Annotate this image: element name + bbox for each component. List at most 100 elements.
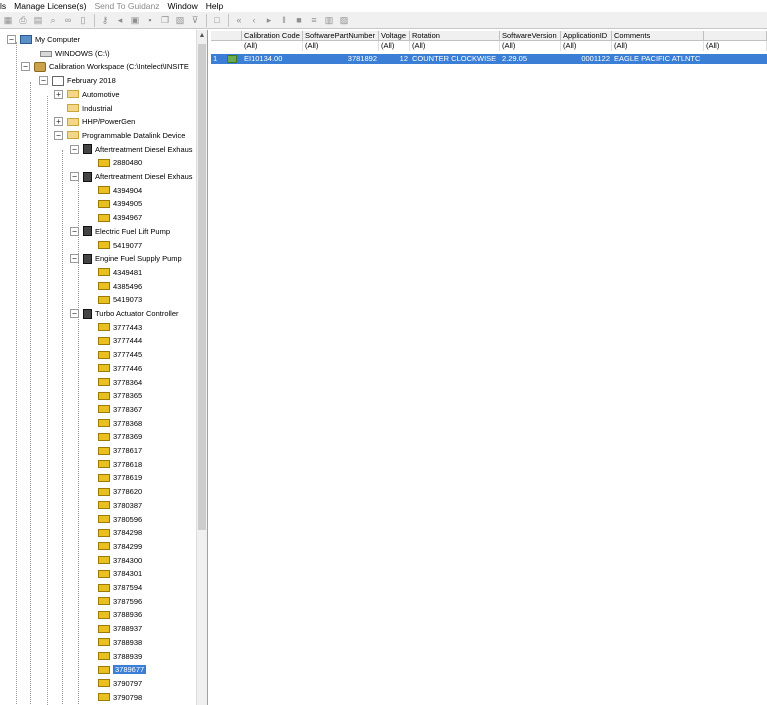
save-icon[interactable]: ▪ bbox=[143, 13, 157, 27]
tree-node-calibration[interactable]: 3788937 bbox=[98, 622, 142, 635]
tree-node-calibration[interactable]: 3788936 bbox=[98, 608, 142, 621]
tree-node-calibration[interactable]: 3784299 bbox=[98, 540, 142, 553]
tree-node-calibration[interactable]: 3787596 bbox=[98, 595, 142, 608]
col-comments[interactable]: Comments bbox=[612, 31, 704, 41]
tree-node-calibration[interactable]: 3789677 bbox=[98, 663, 147, 676]
tree-node-calibration[interactable]: 3790798 bbox=[98, 691, 142, 704]
cell-voltage[interactable]: 12 bbox=[379, 54, 410, 64]
key-icon[interactable]: ⚷ bbox=[98, 13, 112, 27]
tree-node-workspace[interactable]: Calibration Workspace (C:\Intelect\INSIT… bbox=[34, 60, 189, 73]
tree-node-calibration[interactable]: 3777443 bbox=[98, 321, 142, 334]
tree-node-calibration[interactable]: 3778369 bbox=[98, 430, 142, 443]
tree-node-calibration[interactable]: 3790797 bbox=[98, 677, 142, 690]
rewind-icon[interactable]: « bbox=[232, 13, 246, 27]
tree-node-device[interactable]: Electric Fuel Lift Pump bbox=[83, 225, 170, 238]
col-application-id[interactable]: ApplicationID bbox=[561, 31, 612, 41]
col-calibration-code[interactable]: Calibration Code bbox=[242, 31, 303, 41]
col-extra[interactable] bbox=[704, 31, 767, 41]
tree-node-calibration[interactable]: 4385496 bbox=[98, 280, 142, 293]
filter-extra[interactable]: (All) bbox=[704, 41, 767, 51]
col-voltage[interactable]: Voltage bbox=[379, 31, 410, 41]
filter-icon[interactable]: ⊽ bbox=[188, 13, 202, 27]
cell-software-part-number[interactable]: 3781892 bbox=[303, 54, 379, 64]
copy-icon[interactable]: ❐ bbox=[158, 13, 172, 27]
tree-expander-icon[interactable]: − bbox=[7, 35, 16, 44]
filter-software-version[interactable]: (All) bbox=[500, 41, 561, 51]
back-icon[interactable]: ◂ bbox=[113, 13, 127, 27]
tree-expander-icon[interactable]: − bbox=[70, 144, 79, 154]
tree-scrollbar[interactable]: ▲ bbox=[196, 30, 207, 705]
bars-icon[interactable]: ≡ bbox=[307, 13, 321, 27]
paste-icon[interactable]: ▧ bbox=[173, 13, 187, 27]
tree-node-calibration[interactable]: 3778618 bbox=[98, 458, 142, 471]
tree-node-calibration[interactable]: 5419073 bbox=[98, 293, 142, 306]
tree-node-folder[interactable]: HHP/PowerGen bbox=[67, 115, 135, 128]
scroll-up-arrow-icon[interactable]: ▲ bbox=[197, 32, 207, 42]
tree-node-calibration[interactable]: 4349481 bbox=[98, 266, 142, 279]
cell-software-version[interactable]: 2.29.05 bbox=[500, 54, 561, 64]
stepback-icon[interactable]: ‹ bbox=[247, 13, 261, 27]
tree-node-calibration[interactable]: 3784298 bbox=[98, 526, 142, 539]
binoculars-icon[interactable]: ∞ bbox=[61, 13, 75, 27]
report-icon[interactable]: ▨ bbox=[337, 13, 351, 27]
menu-tools[interactable]: ls bbox=[0, 1, 10, 11]
filter-application-id[interactable]: (All) bbox=[561, 41, 612, 51]
menu-send-to-guidanz[interactable]: Send To Guidanz bbox=[94, 1, 163, 11]
tree-node-calibration[interactable]: 3784301 bbox=[98, 567, 142, 580]
stop-icon[interactable]: ■ bbox=[292, 13, 306, 27]
tree-node-calibration[interactable]: 3788939 bbox=[98, 650, 142, 663]
tree-node-calibration[interactable]: 3778368 bbox=[98, 417, 142, 430]
blank-icon[interactable]: □ bbox=[210, 13, 224, 27]
menu-manage-licenses[interactable]: Manage License(s) bbox=[14, 1, 90, 11]
tree-node-calibration[interactable]: 3778620 bbox=[98, 485, 142, 498]
doc-icon[interactable]: ▯ bbox=[76, 13, 90, 27]
tree-expander-icon[interactable]: + bbox=[54, 117, 63, 127]
tree-expander-icon[interactable]: + bbox=[54, 89, 63, 99]
tree-node-my-computer[interactable]: My Computer bbox=[20, 33, 80, 46]
print-icon[interactable]: ⎙ bbox=[16, 13, 30, 27]
tree-node-windows-drive[interactable]: WINDOWS (C:\) bbox=[40, 47, 110, 60]
filter-comments[interactable]: (All) bbox=[612, 41, 704, 51]
play-icon[interactable]: ▸ bbox=[262, 13, 276, 27]
tree-node-folder[interactable]: Industrial bbox=[67, 102, 112, 115]
tree-node-device[interactable]: Aftertreatment Diesel Exhaus bbox=[83, 143, 193, 156]
chart-icon[interactable]: ▥ bbox=[322, 13, 336, 27]
grid-icon[interactable]: ▦ bbox=[1, 13, 15, 27]
tree-node-calibration[interactable]: 2880480 bbox=[98, 156, 142, 169]
tree-node-calibration[interactable]: 3777446 bbox=[98, 362, 142, 375]
cell-calibration-code[interactable]: EI10134.00 bbox=[242, 54, 303, 64]
tree-node-calibration[interactable]: 4394904 bbox=[98, 184, 142, 197]
tree-node-device[interactable]: Engine Fuel Supply Pump bbox=[83, 252, 182, 265]
tree-node-calibration[interactable]: 3778619 bbox=[98, 471, 142, 484]
tree-node-device[interactable]: Aftertreatment Diesel Exhaus bbox=[83, 170, 193, 183]
filter-software-part-number[interactable]: (All) bbox=[303, 41, 379, 51]
tree-node-calibration[interactable]: 3777444 bbox=[98, 334, 142, 347]
col-software-version[interactable]: SoftwareVersion bbox=[500, 31, 561, 41]
cell-application-id[interactable]: 0001122 bbox=[561, 54, 612, 64]
menu-window[interactable]: Window bbox=[168, 1, 202, 11]
chip-icon[interactable]: ▣ bbox=[128, 13, 142, 27]
tree-node-month[interactable]: February 2018 bbox=[52, 74, 116, 87]
tree-node-calibration[interactable]: 3778364 bbox=[98, 376, 142, 389]
tree-node-calibration[interactable]: 4394905 bbox=[98, 197, 142, 210]
filter-rotation[interactable]: (All) bbox=[410, 41, 500, 51]
tree-node-calibration[interactable]: 3778365 bbox=[98, 389, 142, 402]
tree-node-calibration[interactable]: 5419077 bbox=[98, 239, 142, 252]
pause-icon[interactable]: ‖ bbox=[277, 13, 291, 27]
tree-node-device[interactable]: Turbo Actuator Controller bbox=[83, 307, 179, 320]
preview-icon[interactable]: ▤ bbox=[31, 13, 45, 27]
cell-comments[interactable]: EAGLE PACIFIC ATLNTC bbox=[612, 54, 704, 64]
tree-node-folder[interactable]: Programmable Datalink Device bbox=[67, 129, 185, 142]
tree-node-calibration[interactable]: 3778367 bbox=[98, 403, 142, 416]
tree-node-calibration[interactable]: 3780387 bbox=[98, 499, 142, 512]
calibration-tree[interactable]: − My Computer WINDOWS (C:\) − Calibration Wo… bbox=[0, 30, 208, 705]
col-software-part-number[interactable]: SoftwarePartNumber bbox=[303, 31, 379, 41]
find-icon[interactable]: ⌕ bbox=[46, 13, 60, 27]
tree-expander-icon[interactable]: − bbox=[39, 76, 48, 86]
scroll-thumb[interactable] bbox=[198, 44, 206, 530]
tree-node-calibration[interactable]: 4394967 bbox=[98, 211, 142, 224]
menu-help[interactable]: Help bbox=[206, 1, 227, 11]
tree-expander-icon[interactable]: − bbox=[54, 130, 63, 140]
table-row[interactable]: 1 EI10134.00 3781892 12 COUNTER CLOCKWIS… bbox=[211, 54, 767, 64]
tree-node-calibration[interactable]: 3787594 bbox=[98, 581, 142, 594]
